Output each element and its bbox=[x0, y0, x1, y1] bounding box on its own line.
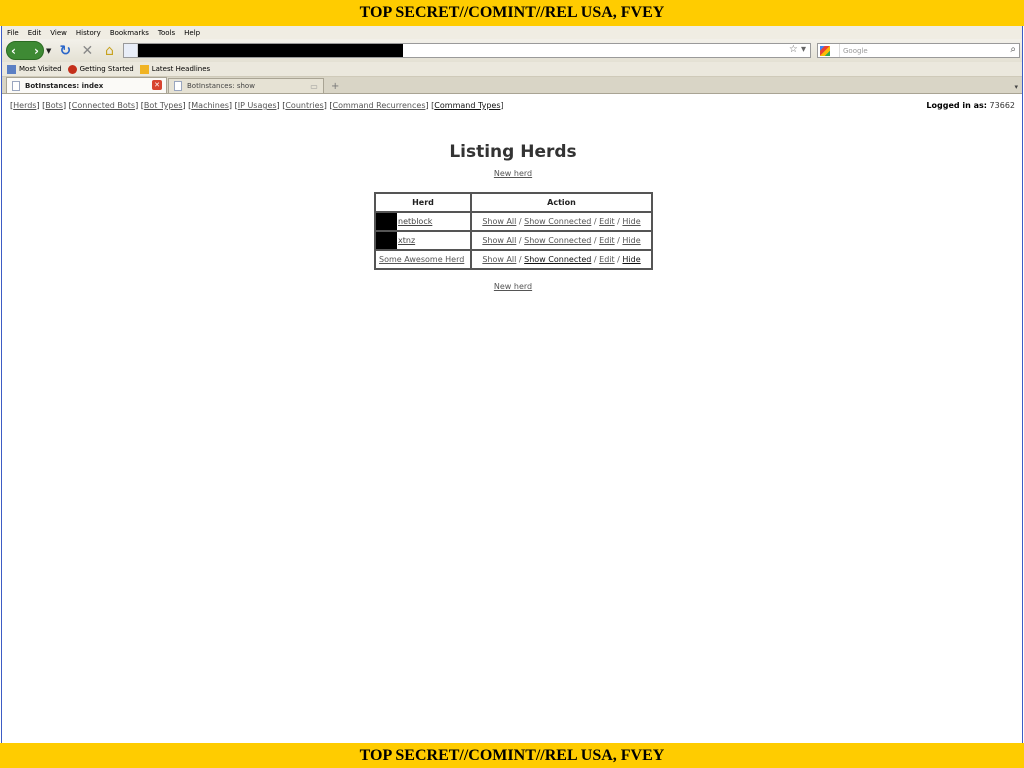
nav-link-bots[interactable]: Bots bbox=[45, 101, 63, 110]
search-icon[interactable]: ⌕ bbox=[1010, 44, 1016, 55]
table-row: netblock Show All / Show Connected / Edi… bbox=[375, 212, 652, 231]
show-connected-link[interactable]: Show Connected bbox=[524, 236, 591, 245]
new-tab-icon[interactable]: + bbox=[331, 81, 339, 92]
search-placeholder: Google bbox=[843, 46, 868, 55]
action-cell: Show All / Show Connected / Edit / Hide bbox=[471, 231, 652, 250]
redacted-url bbox=[138, 44, 403, 57]
classification-text: TOP SECRET//COMINT//REL USA, FVEY bbox=[359, 4, 665, 21]
tab-label: BotInstances: index bbox=[25, 81, 104, 90]
bookmark-latest-headlines[interactable]: Latest Headlines bbox=[139, 64, 211, 74]
nav-link-bot-types[interactable]: Bot Types bbox=[144, 101, 183, 110]
bookmark-label: Getting Started bbox=[79, 65, 134, 73]
forward-arrow-icon[interactable]: › bbox=[34, 44, 39, 58]
menu-view[interactable]: View bbox=[50, 29, 67, 37]
show-all-link[interactable]: Show All bbox=[482, 217, 516, 226]
getting-started-icon bbox=[67, 64, 77, 74]
column-header-herd: Herd bbox=[375, 193, 471, 212]
menu-history[interactable]: History bbox=[76, 29, 101, 37]
menu-bookmarks[interactable]: Bookmarks bbox=[110, 29, 149, 37]
herd-cell: Some Awesome Herd bbox=[375, 250, 471, 269]
nav-link-machines[interactable]: Machines bbox=[191, 101, 229, 110]
search-box[interactable]: Google ⌕ bbox=[817, 43, 1020, 58]
history-dropdown-icon[interactable]: ▼ bbox=[46, 47, 51, 55]
column-header-action: Action bbox=[471, 193, 652, 212]
rss-folder-icon bbox=[139, 64, 149, 74]
close-tab-icon[interactable]: ▭ bbox=[309, 81, 319, 91]
bookmark-star-icon[interactable]: ☆ ▾ bbox=[789, 44, 806, 55]
bookmarks-toolbar: Most Visited Getting Started Latest Head… bbox=[2, 62, 1022, 77]
herd-cell: xtnz bbox=[375, 231, 471, 250]
redacted-block bbox=[376, 213, 397, 230]
edit-link[interactable]: Edit bbox=[599, 217, 615, 226]
list-tabs-icon[interactable]: ▾ bbox=[1014, 83, 1018, 91]
tab-botinstances-show[interactable]: BotInstances: show ▭ bbox=[168, 78, 324, 93]
close-tab-icon[interactable]: ✕ bbox=[152, 80, 162, 90]
login-label: Logged in as: bbox=[926, 101, 987, 110]
most-visited-icon bbox=[7, 64, 16, 74]
show-all-link[interactable]: Show All bbox=[482, 255, 516, 264]
login-status: Logged in as: 73662 bbox=[926, 101, 1015, 110]
hide-link[interactable]: Hide bbox=[622, 236, 640, 245]
reload-icon[interactable]: ↻ bbox=[57, 43, 73, 59]
menu-help[interactable]: Help bbox=[184, 29, 200, 37]
menu-tools[interactable]: Tools bbox=[158, 29, 175, 37]
address-bar[interactable]: ☆ ▾ bbox=[123, 43, 811, 58]
home-icon[interactable]: ⌂ bbox=[101, 43, 117, 59]
herds-table: Herd Action netblock Show All / Show Con… bbox=[374, 192, 653, 270]
login-user: 73662 bbox=[989, 101, 1015, 110]
tab-strip: BotInstances: index ✕ BotInstances: show… bbox=[2, 77, 1022, 94]
back-arrow-icon[interactable]: ‹ bbox=[11, 44, 16, 58]
show-all-link[interactable]: Show All bbox=[482, 236, 516, 245]
action-cell: Show All / Show Connected / Edit / Hide bbox=[471, 250, 652, 269]
page-content: [Herds] [Bots] [Connected Bots] [Bot Typ… bbox=[2, 94, 1022, 723]
page-icon bbox=[174, 81, 182, 91]
tab-botinstances-index[interactable]: BotInstances: index ✕ bbox=[6, 77, 167, 93]
page-icon bbox=[12, 80, 20, 91]
menu-edit[interactable]: Edit bbox=[28, 29, 42, 37]
page-title: Listing Herds bbox=[449, 142, 577, 162]
table-row: xtnz Show All / Show Connected / Edit / … bbox=[375, 231, 652, 250]
redacted-block bbox=[376, 232, 397, 249]
herd-cell: netblock bbox=[375, 212, 471, 231]
menu-bar: File Edit View History Bookmarks Tools H… bbox=[2, 26, 1022, 39]
nav-link-connected-bots[interactable]: Connected Bots bbox=[72, 101, 135, 110]
show-connected-link[interactable]: Show Connected bbox=[524, 255, 591, 264]
browser-window: File Edit View History Bookmarks Tools H… bbox=[1, 26, 1023, 743]
new-herd-link[interactable]: New herd bbox=[494, 169, 532, 178]
classification-banner-top: TOP SECRET//COMINT//REL USA, FVEY bbox=[0, 0, 1024, 26]
page-favicon-icon bbox=[124, 44, 138, 57]
edit-link[interactable]: Edit bbox=[599, 236, 615, 245]
classification-text: TOP SECRET//COMINT//REL USA, FVEY bbox=[359, 746, 665, 764]
edit-link[interactable]: Edit bbox=[599, 255, 615, 264]
bookmark-label: Most Visited bbox=[19, 65, 62, 73]
google-icon bbox=[820, 45, 830, 56]
search-engine-selector[interactable] bbox=[818, 44, 840, 57]
hide-link[interactable]: Hide bbox=[622, 255, 640, 264]
herd-link[interactable]: netblock bbox=[398, 217, 432, 226]
nav-link-command-types[interactable]: Command Types bbox=[434, 101, 500, 110]
menu-file[interactable]: File bbox=[7, 29, 19, 37]
nav-link-ip-usages[interactable]: IP Usages bbox=[238, 101, 277, 110]
tab-label: BotInstances: show bbox=[187, 82, 255, 90]
bookmark-label: Latest Headlines bbox=[151, 65, 211, 73]
back-forward-buttons[interactable]: ‹ › bbox=[6, 41, 44, 60]
table-row: Some Awesome Herd Show All / Show Connec… bbox=[375, 250, 652, 269]
site-navigation: [Herds] [Bots] [Connected Bots] [Bot Typ… bbox=[10, 101, 504, 110]
show-connected-link[interactable]: Show Connected bbox=[524, 217, 591, 226]
navigation-toolbar: ‹ › ▼ ↻ ✕ ⌂ ☆ ▾ Google ⌕ bbox=[2, 39, 1022, 62]
new-herd-link-bottom[interactable]: New herd bbox=[494, 282, 532, 291]
herd-link[interactable]: Some Awesome Herd bbox=[379, 255, 464, 264]
action-cell: Show All / Show Connected / Edit / Hide bbox=[471, 212, 652, 231]
classification-banner-bottom: TOP SECRET//COMINT//REL USA, FVEY bbox=[0, 743, 1024, 768]
bookmark-getting-started[interactable]: Getting Started bbox=[67, 64, 134, 74]
nav-link-herds[interactable]: Herds bbox=[13, 101, 36, 110]
hide-link[interactable]: Hide bbox=[622, 217, 640, 226]
nav-link-command-recurrences[interactable]: Command Recurrences bbox=[333, 101, 426, 110]
stop-icon[interactable]: ✕ bbox=[79, 43, 95, 59]
nav-link-countries[interactable]: Countries bbox=[285, 101, 323, 110]
bookmark-most-visited[interactable]: Most Visited bbox=[7, 64, 62, 74]
herd-link[interactable]: xtnz bbox=[398, 236, 415, 245]
table-header-row: Herd Action bbox=[375, 193, 652, 212]
